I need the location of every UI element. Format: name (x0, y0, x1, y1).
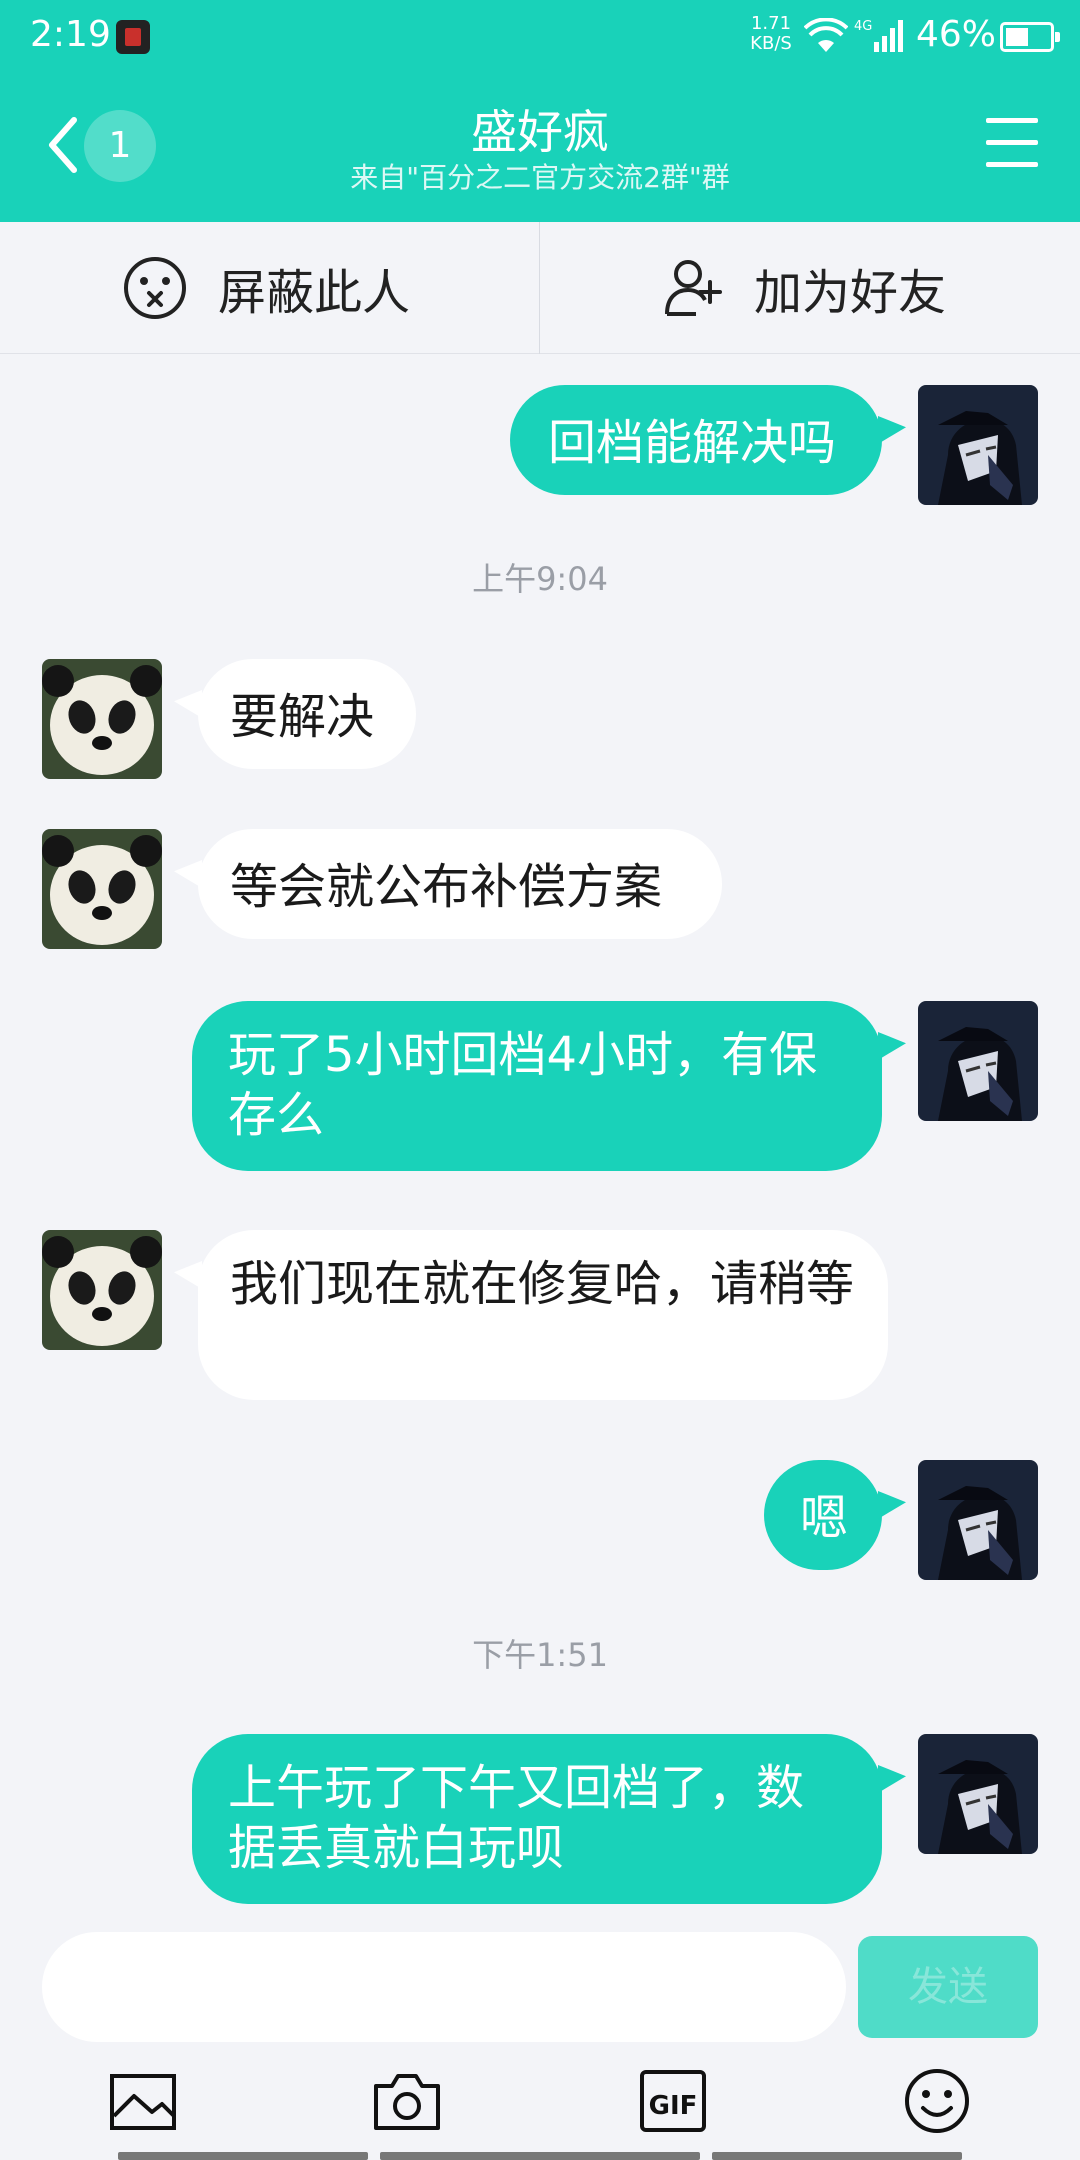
nav-indicator (118, 2152, 368, 2160)
bubble-tail (878, 1491, 906, 1519)
message-text: 等会就公布补偿方案 (230, 859, 663, 915)
unread-count-badge[interactable]: 1 (84, 110, 156, 182)
message-input[interactable] (42, 1932, 846, 2042)
chat-title: 盛好疯 (471, 105, 609, 159)
status-bar: 2:19 1.71 KB/S 4G 46% (0, 0, 1080, 74)
emoji-icon[interactable] (902, 2066, 972, 2136)
wifi-icon (804, 18, 848, 52)
my-avatar[interactable] (918, 1734, 1038, 1854)
message-bubble[interactable]: 要解决 (198, 659, 416, 769)
add-friend-label: 加为好友 (754, 265, 947, 321)
gif-icon: GIF (640, 2070, 706, 2132)
network-speed-value: 1.71 (750, 13, 792, 34)
block-user-button[interactable]: 屏蔽此人 (122, 222, 410, 354)
composer: 发送 GIF (0, 1924, 1080, 2160)
gif-label: GIF (649, 2091, 698, 2121)
sender-avatar[interactable] (42, 659, 162, 779)
action-divider (539, 222, 540, 354)
image-icon[interactable] (108, 2066, 178, 2136)
my-avatar[interactable] (918, 385, 1038, 505)
bubble-tail (878, 1765, 906, 1793)
camera-icon[interactable] (372, 2066, 442, 2136)
status-time: 2:19 (30, 14, 111, 55)
battery-icon (1000, 22, 1060, 52)
bubble-tail (878, 1032, 906, 1060)
message-text: 回档能解决吗 (548, 415, 837, 471)
timestamp: 下午1:51 (472, 1636, 608, 1674)
my-avatar[interactable] (918, 1001, 1038, 1121)
add-user-icon (665, 260, 722, 316)
message-bubble[interactable]: 回档能解决吗 (510, 385, 882, 495)
my-avatar[interactable] (918, 1460, 1038, 1580)
message-text: 要解决 (230, 689, 375, 745)
message-text: 玩了5小时回档4小时，有保存么 (228, 1027, 818, 1143)
message-text: 嗯 (800, 1490, 849, 1546)
network-type: 4G (854, 19, 872, 34)
chat-history[interactable]: 回档能解决吗 上午9:04 要解决 等会就公布补偿方案 玩了5小时回档4小时，有… (0, 354, 1080, 1924)
toolbar: GIF (0, 2066, 1080, 2146)
gif-button[interactable]: GIF (638, 2066, 708, 2136)
message-bubble[interactable]: 上午玩了下午又回档了，数据丢真就白玩呗 (192, 1734, 882, 1904)
sender-avatar[interactable] (42, 1230, 162, 1350)
message-text: 我们现在就在修复哈，请稍等 (230, 1256, 855, 1312)
battery-percent: 46% (916, 14, 997, 55)
nav-indicator (712, 2152, 962, 2160)
message-bubble[interactable]: 嗯 (764, 1460, 882, 1570)
message-bubble[interactable]: 我们现在就在修复哈，请稍等 (198, 1230, 888, 1400)
add-friend-button[interactable]: 加为好友 (664, 222, 946, 354)
send-button[interactable]: 发送 (858, 1936, 1038, 2038)
cell-signal-icon: 4G (854, 19, 903, 52)
nav-indicator (380, 2152, 700, 2160)
network-speed-unit: KB/S (750, 33, 792, 54)
block-user-label: 屏蔽此人 (218, 265, 411, 321)
bubble-tail (878, 416, 906, 444)
timestamp: 上午9:04 (472, 560, 608, 598)
header-bar: 2:19 1.71 KB/S 4G 46% 1 盛好疯 来自"百分之二官方交流2… (0, 0, 1080, 222)
network-speed: 1.71 KB/S (742, 14, 800, 54)
app-notification-icon (116, 20, 150, 54)
action-bar: 屏蔽此人 加为好友 (0, 222, 1080, 354)
message-text: 上午玩了下午又回档了，数据丢真就白玩呗 (228, 1760, 805, 1876)
sender-avatar[interactable] (42, 829, 162, 949)
menu-icon[interactable] (986, 118, 1044, 172)
dizzy-face-icon (124, 257, 186, 319)
back-arrow-icon[interactable] (40, 110, 90, 180)
message-bubble[interactable]: 玩了5小时回档4小时，有保存么 (192, 1001, 882, 1171)
message-bubble[interactable]: 等会就公布补偿方案 (198, 829, 722, 939)
chat-subtitle: 来自"百分之二官方交流2群"群 (350, 161, 730, 194)
